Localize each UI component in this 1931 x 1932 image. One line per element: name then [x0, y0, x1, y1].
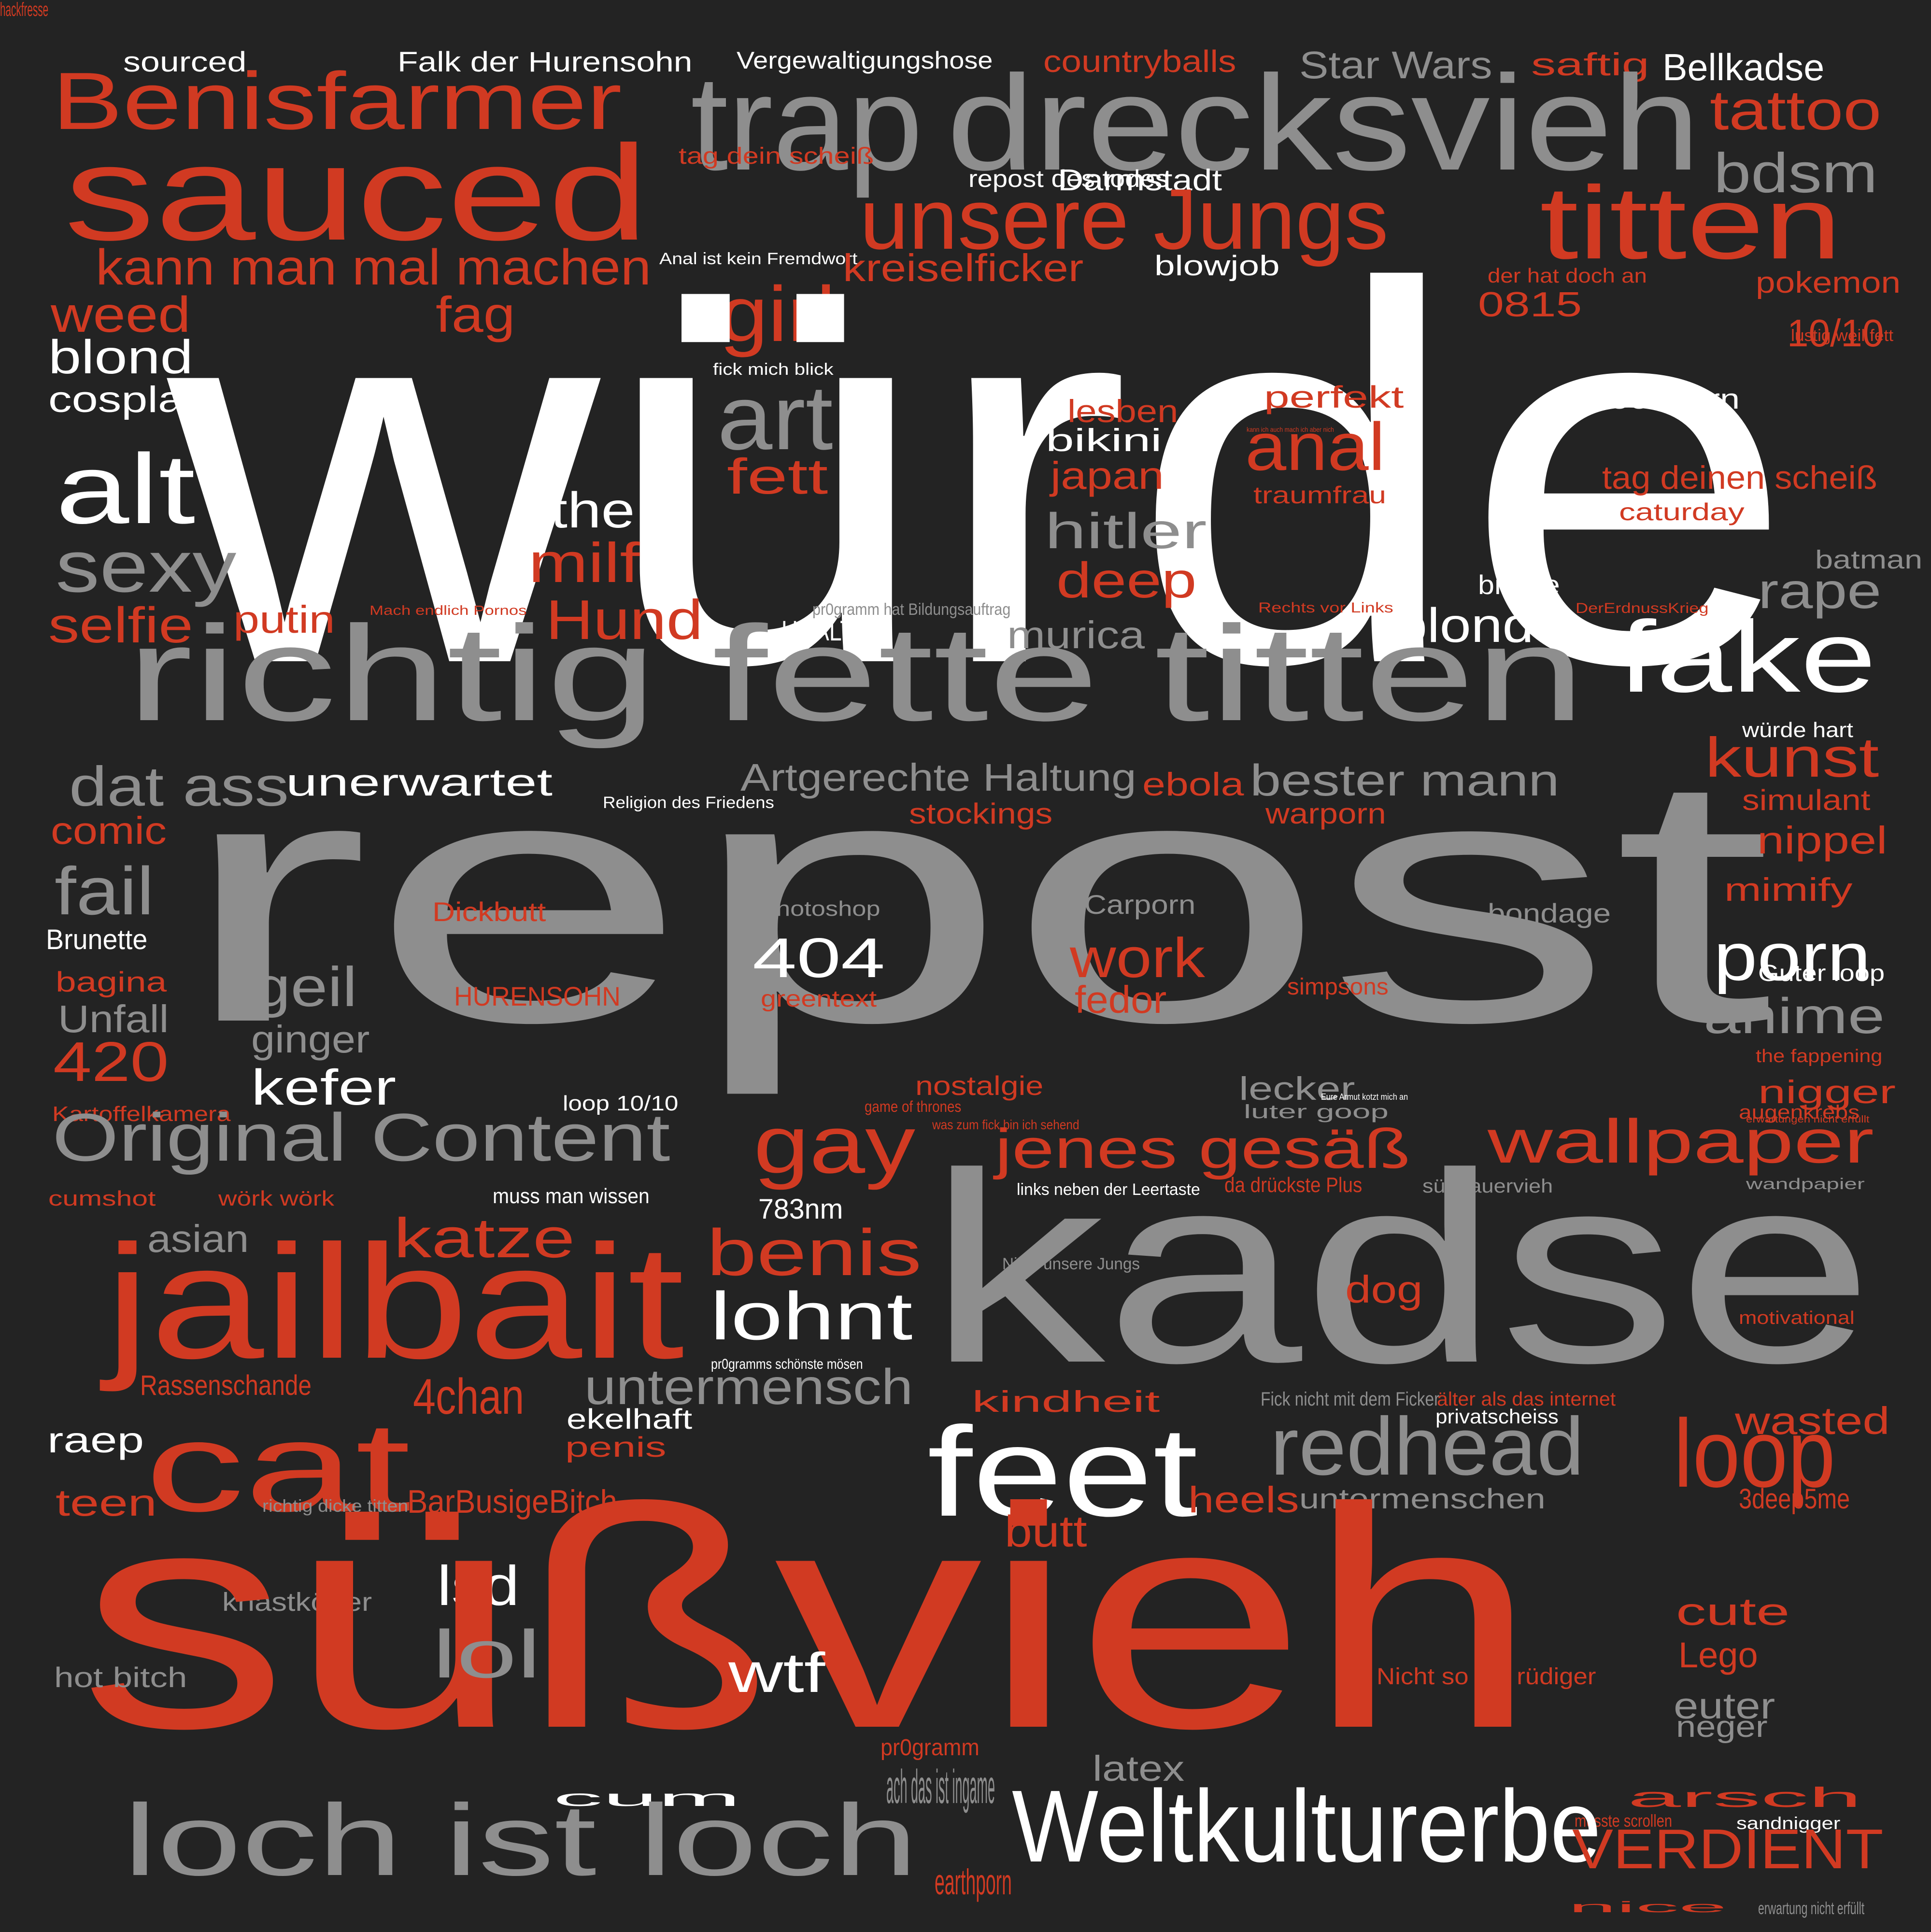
word-ekelhaft: ekelhaft — [567, 1404, 693, 1435]
word-nicht-so-tief-ru-diger: Nicht so tief rüdiger — [1377, 1664, 1596, 1690]
word-420: 420 — [53, 1030, 169, 1093]
word-jailbait: jailbait — [105, 1211, 684, 1392]
word-sexy: sexy — [56, 526, 237, 608]
word-earthporn: earthporn — [935, 1862, 1012, 1902]
word-milf: milf — [528, 531, 640, 594]
word-wo-rk-wo-rk: wörk wörk — [218, 1187, 335, 1210]
word-blond: blond — [48, 330, 193, 384]
word-trap: trap — [691, 48, 923, 199]
word-fett: fett — [727, 449, 828, 505]
word-wtf: wtf — [728, 1641, 825, 1704]
word-dog: dog — [1345, 1268, 1423, 1311]
word-anime: anime — [1704, 988, 1885, 1044]
word-photoshop: Photoshop — [759, 897, 880, 921]
word-nice: nice — [1568, 1898, 1727, 1916]
word-benis: benis — [707, 1216, 922, 1289]
word-tattoo: tattoo — [1710, 79, 1882, 142]
word-cosplay: cosplay — [48, 379, 208, 420]
word-cloud: sourced Falk der Hurensohn Vergewaltigungs… — [0, 0, 1931, 1932]
word-verdient: VERDIENT — [1572, 1818, 1884, 1880]
word-motivational: motivational — [1739, 1308, 1855, 1328]
word-hurensohn: HURENSOHN — [454, 981, 621, 1011]
word-dickbutt: Dickbutt — [432, 896, 546, 927]
word-fake: fake — [1618, 600, 1876, 713]
word-fedor: fedor — [1075, 978, 1167, 1021]
word-cute: cute — [1676, 1590, 1790, 1633]
word-alt: alt — [56, 434, 196, 544]
word-caturday: caturday — [1619, 498, 1745, 526]
word-traumfrau: traumfrau — [1253, 482, 1386, 509]
word-su-vieh: süßvieh — [80, 1443, 1538, 1793]
word-bru-ste: brüste — [1478, 569, 1560, 600]
word-comic: comic — [51, 809, 167, 852]
word-guter-loop: Guter loop — [1758, 961, 1885, 986]
word-original-content: Original Content — [52, 1099, 670, 1175]
word-geil: geil — [254, 955, 357, 1018]
word-hot-bitch: hot bitch — [54, 1662, 187, 1693]
word-nostalgie: nostalgie — [915, 1070, 1044, 1101]
word-hackfresse: hackfresse — [0, 0, 49, 20]
word-work: work — [1070, 926, 1205, 989]
word-nippel: nippel — [1757, 819, 1888, 862]
word-hitler: hitler — [1045, 503, 1207, 559]
word-brunette: Brunette — [46, 924, 148, 955]
word-10-10: 10/10 — [1787, 312, 1884, 355]
word-muss-man-wissen: muss man wissen — [493, 1184, 650, 1208]
word-weltkulturerbe: Weltkulturerbe — [1012, 1769, 1601, 1883]
word-loch-ist-loch: loch ist loch — [123, 1783, 918, 1897]
word-lol: lol — [432, 1616, 541, 1692]
word-the-fappening: the fappening — [1756, 1046, 1883, 1066]
word-pr0gramm: pr0gramm — [880, 1735, 980, 1761]
word-lego: Lego — [1678, 1635, 1758, 1675]
word-the: the — [551, 483, 635, 539]
word-simpsons: simpsons — [1287, 974, 1389, 1000]
word-ginger: ginger — [251, 1018, 370, 1061]
word-greentext: greentext — [761, 986, 877, 1012]
word-mimify: mimify — [1724, 871, 1853, 908]
word-3deep5me: 3deep5me — [1739, 1483, 1850, 1515]
word-arsch: arsch — [1628, 1782, 1862, 1813]
word-tag-dein-schei: tag dein scheiß — [679, 143, 874, 169]
word-neger: neger — [1676, 1710, 1768, 1744]
word-gay: gay — [753, 1099, 916, 1191]
word-perfekt: perfekt — [1264, 380, 1404, 414]
word-bondage: bondage — [1488, 898, 1611, 928]
word-carporn: Carporn — [1084, 889, 1196, 920]
word-404: 404 — [753, 926, 885, 989]
word-cumshot: cumshot — [48, 1187, 156, 1210]
word-bikini: bikini — [1046, 422, 1162, 458]
word-lohnt: lohnt — [710, 1278, 913, 1354]
word-eure-armut-kotzt-mich-an: Eure Armut kotzt mich an — [1321, 1092, 1408, 1102]
word-erwartung-nicht-erfu-llt: erwartung nicht erfüllt — [1758, 1898, 1865, 1918]
word-fail: fail — [55, 853, 154, 929]
word-anal: anal — [1245, 409, 1385, 484]
word-japan: japan — [1051, 454, 1164, 497]
word-tag-deinen-schei: tag deinen scheiß — [1602, 459, 1877, 496]
word-foodporn: foodporn — [1600, 384, 1740, 415]
word-4chan: 4chan — [413, 1369, 525, 1425]
word-bagina: bagina — [56, 966, 167, 998]
